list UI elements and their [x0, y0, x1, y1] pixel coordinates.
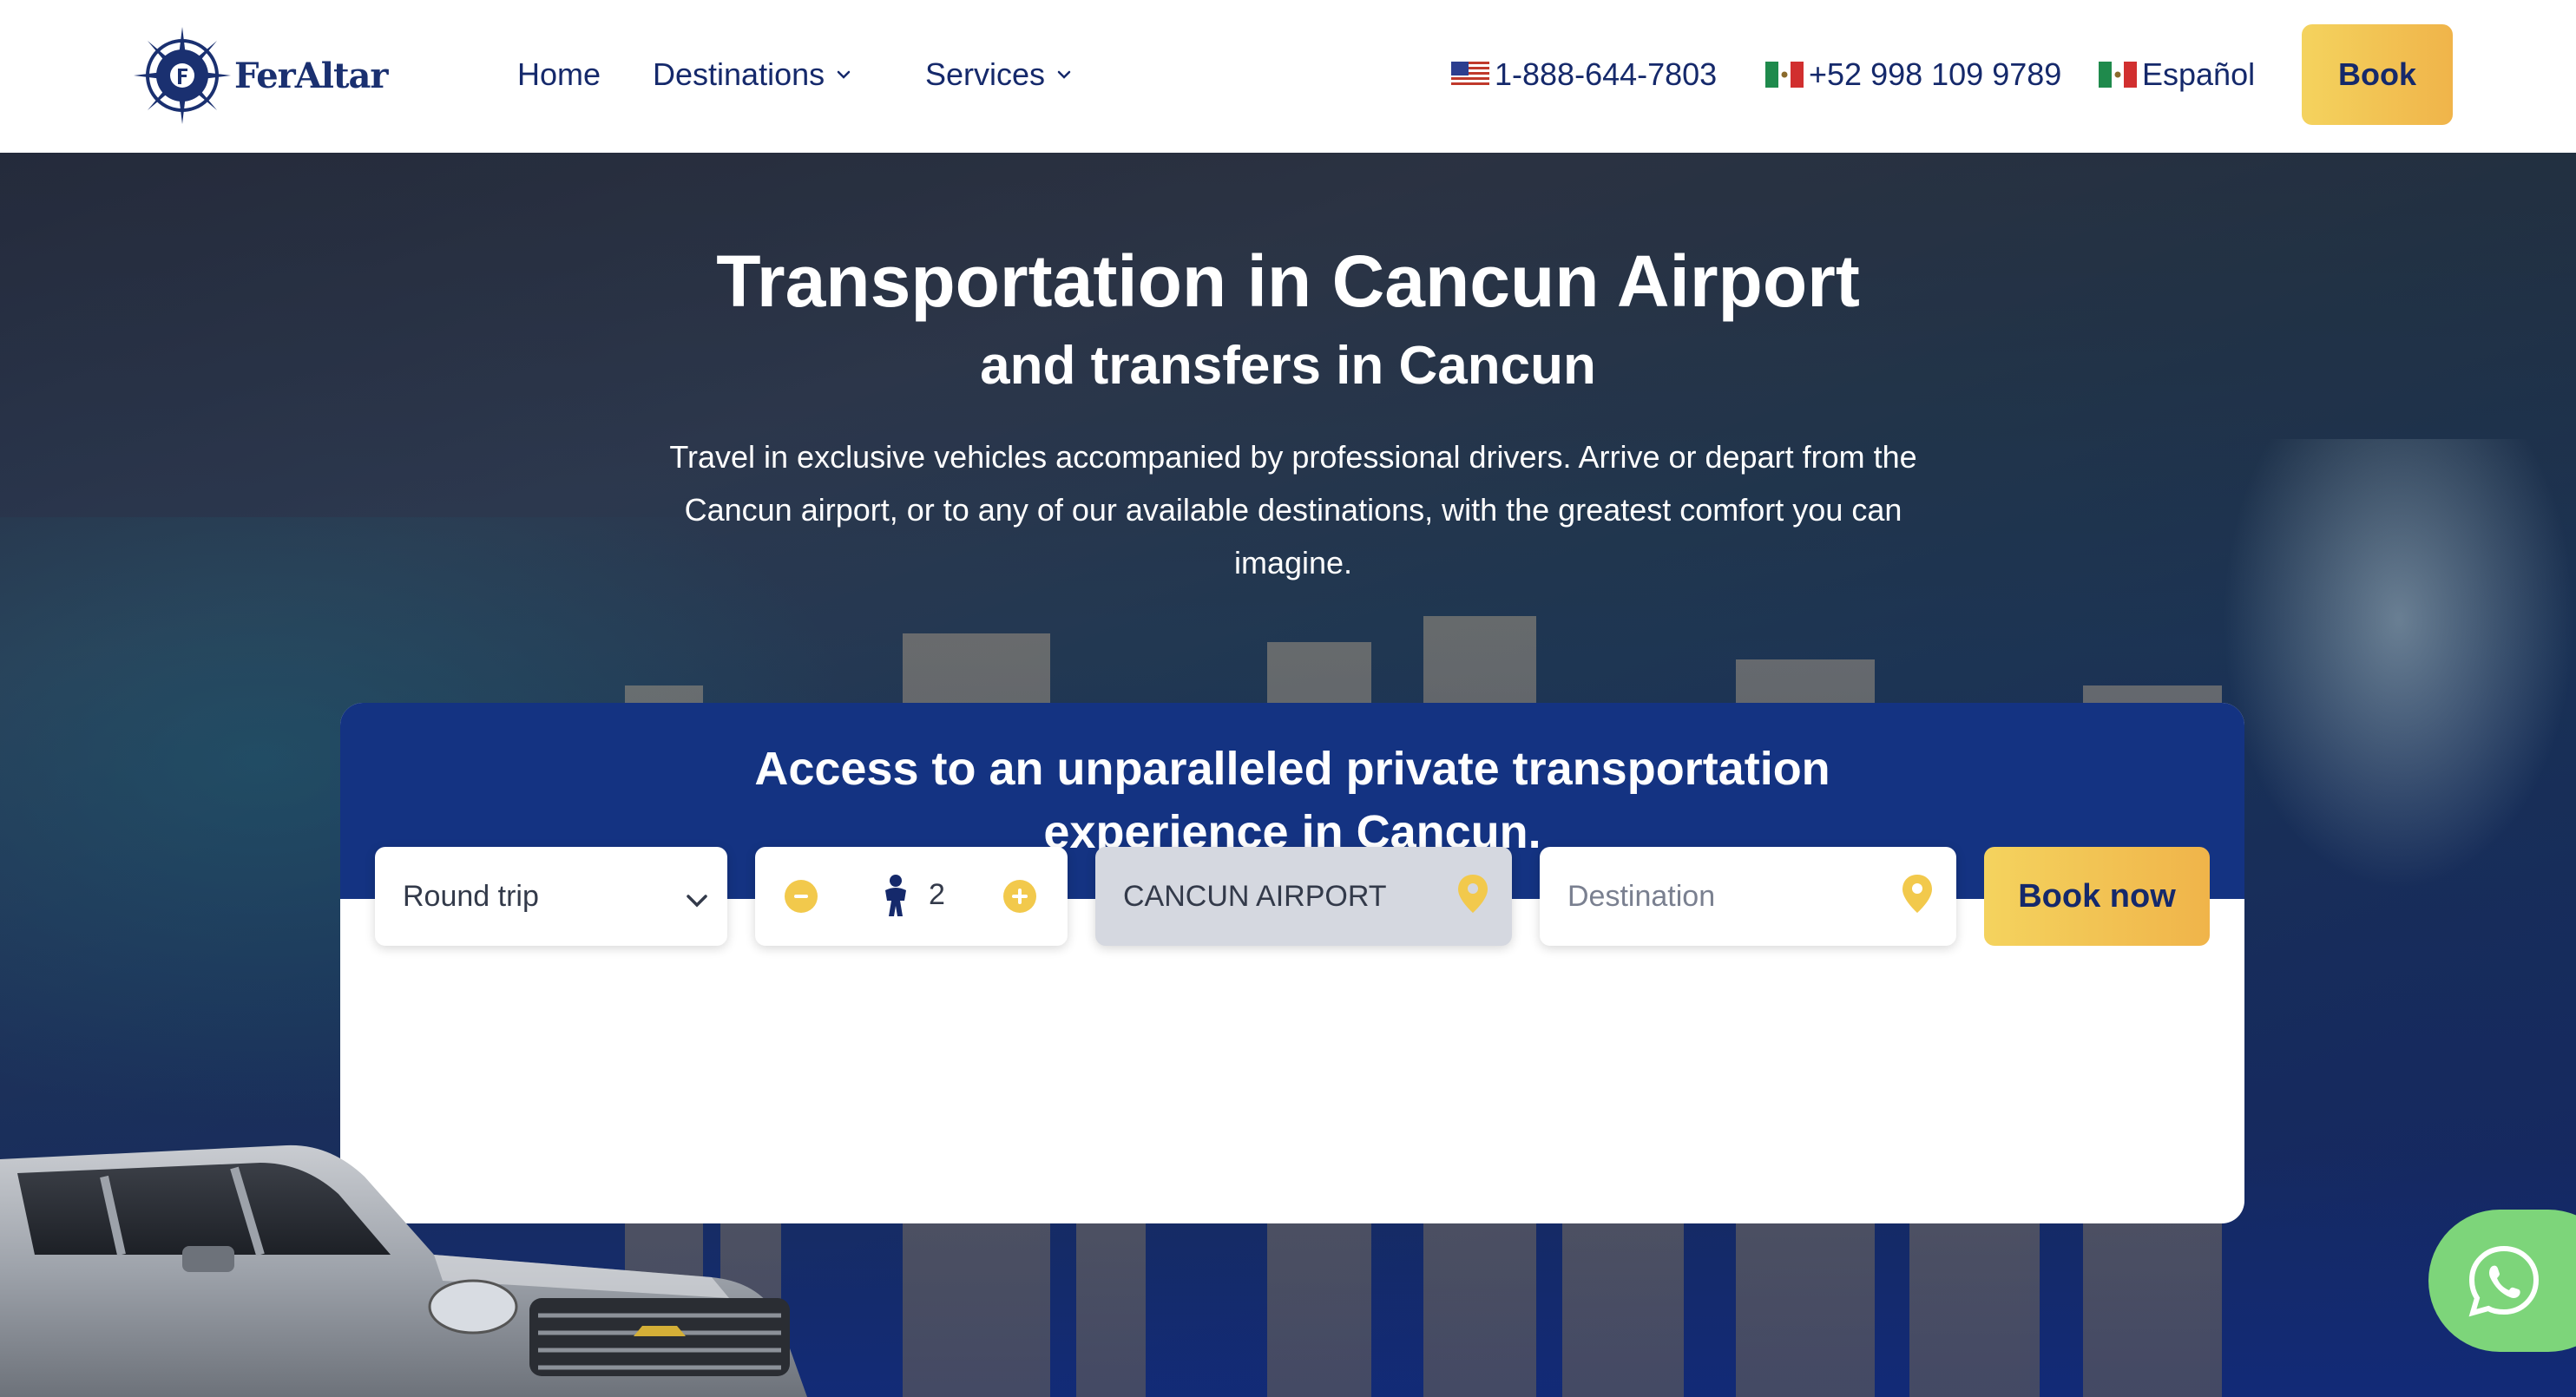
mx-flag-icon	[2099, 62, 2137, 88]
language-switch[interactable]: Español	[2099, 50, 2255, 99]
passenger-stepper: 2	[755, 847, 1068, 946]
phone-mx-label: +52 998 109 9789	[1809, 56, 2062, 92]
chevron-down-icon	[837, 70, 851, 79]
trip-type-value: Round trip	[403, 879, 539, 913]
minus-icon[interactable]	[785, 880, 818, 913]
phone-mx-link[interactable]: +52 998 109 9789	[1765, 50, 2061, 99]
hero-background-beach	[2222, 439, 2576, 890]
mx-flag-icon	[1765, 62, 1804, 88]
trip-type-select[interactable]: Round trip	[375, 847, 727, 946]
origin-value: CANCUN AIRPORT	[1123, 879, 1387, 913]
hero-section: Transportation in Cancun Airport and tra…	[0, 153, 2576, 1397]
destination-field[interactable]: Destination	[1540, 847, 1956, 946]
nav-home-label: Home	[517, 56, 601, 92]
person-icon	[880, 875, 911, 926]
map-pin-icon	[1902, 875, 1932, 913]
chevron-down-icon	[686, 882, 708, 915]
hero-subtitle: and transfers in Cancun	[980, 336, 1596, 396]
destination-placeholder: Destination	[1567, 879, 1716, 913]
us-flag-icon	[1451, 62, 1489, 88]
passenger-count: 2	[929, 878, 945, 911]
phone-us-label: 1-888-644-7803	[1495, 56, 1718, 92]
book-button[interactable]: Book	[2302, 24, 2453, 125]
chevron-down-icon	[1057, 70, 1071, 79]
suv-vehicle-image	[0, 1144, 807, 1397]
brand-logo[interactable]: FerAltar	[132, 23, 398, 128]
map-pin-icon	[1458, 875, 1488, 913]
nav-destinations[interactable]: Destinations	[653, 50, 851, 99]
whatsapp-button[interactable]	[2428, 1210, 2576, 1352]
hero-description: Travel in exclusive vehicles accompanied…	[669, 439, 1917, 580]
origin-field[interactable]: CANCUN AIRPORT	[1095, 847, 1512, 946]
booking-heading: Access to an unparalleled private transp…	[754, 743, 1830, 858]
site-header: FerAltar Home Destinations Services 1-88…	[0, 0, 2576, 153]
hero-title: Transportation in Cancun Airport	[716, 240, 1860, 322]
language-label: Español	[2142, 56, 2256, 92]
phone-us-link[interactable]: 1-888-644-7803	[1451, 50, 1717, 99]
whatsapp-icon	[2468, 1245, 2540, 1317]
nav-services-label: Services	[925, 56, 1046, 92]
compass-logo-icon	[134, 27, 231, 124]
nav-home[interactable]: Home	[517, 50, 601, 99]
nav-services[interactable]: Services	[925, 50, 1071, 99]
brand-name: FerAltar	[234, 55, 388, 96]
plus-icon[interactable]	[1003, 880, 1036, 913]
book-now-button[interactable]: Book now	[1984, 847, 2210, 946]
nav-destinations-label: Destinations	[653, 56, 825, 92]
